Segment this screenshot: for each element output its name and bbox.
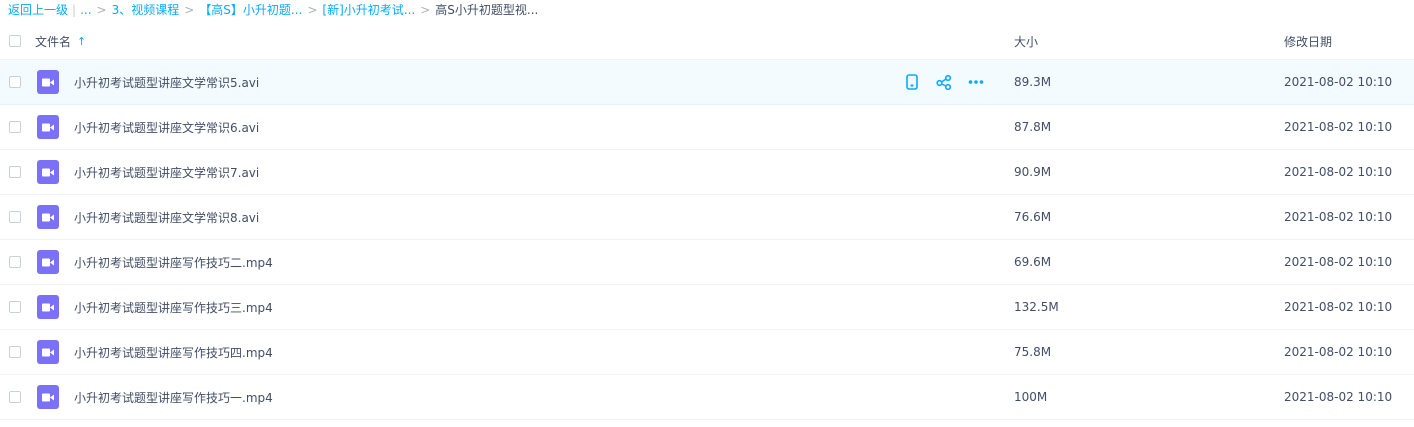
row-checkbox[interactable] [9, 121, 21, 133]
row-checkbox[interactable] [9, 256, 21, 268]
phone-icon[interactable] [904, 74, 920, 90]
select-all-cell [9, 22, 21, 60]
row-checkbox[interactable] [9, 166, 21, 178]
row-actions [904, 60, 984, 104]
breadcrumb-separator: > [420, 3, 431, 17]
file-date: 2021-08-02 10:10 [1284, 75, 1393, 89]
breadcrumb-separator: > [184, 3, 195, 17]
row-checkbox[interactable] [9, 211, 21, 223]
video-file-icon [37, 160, 59, 184]
row-checkbox[interactable] [9, 346, 21, 358]
column-header-name[interactable]: 文件名 ↑ [35, 22, 86, 60]
file-row[interactable]: 小升初考试题型讲座文学常识5.avi 89.3M 2021-08-02 10:1… [0, 60, 1414, 105]
file-size: 132.5M [1014, 300, 1059, 314]
file-date: 2021-08-02 10:10 [1284, 165, 1393, 179]
video-file-icon [37, 385, 59, 409]
breadcrumb-current: 高S小升初题型视... [435, 3, 539, 17]
file-name[interactable]: 小升初考试题型讲座文学常识5.avi [74, 60, 259, 104]
file-list: 小升初考试题型讲座文学常识5.avi 89.3M 2021-08-02 10:1… [0, 60, 1414, 420]
video-file-icon [37, 250, 59, 274]
file-size: 76.6M [1014, 210, 1052, 224]
video-file-icon [37, 70, 59, 94]
file-name[interactable]: 小升初考试题型讲座文学常识8.avi [74, 195, 259, 239]
file-row[interactable]: 小升初考试题型讲座写作技巧一.mp4 100M 2021-08-02 10:10 [0, 375, 1414, 420]
breadcrumb-separator: > [307, 3, 318, 17]
file-date: 2021-08-02 10:10 [1284, 345, 1393, 359]
file-size: 100M [1014, 390, 1048, 404]
file-name[interactable]: 小升初考试题型讲座写作技巧四.mp4 [74, 330, 273, 374]
file-size: 90.9M [1014, 165, 1052, 179]
video-file-icon [37, 205, 59, 229]
file-name[interactable]: 小升初考试题型讲座文学常识7.avi [74, 150, 259, 194]
file-row[interactable]: 小升初考试题型讲座写作技巧二.mp4 69.6M 2021-08-02 10:1… [0, 240, 1414, 285]
file-size: 89.3M [1014, 75, 1052, 89]
file-row[interactable]: 小升初考试题型讲座文学常识6.avi 87.8M 2021-08-02 10:1… [0, 105, 1414, 150]
breadcrumb-item-video-course[interactable]: 3、视频课程 [112, 0, 180, 20]
file-date: 2021-08-02 10:10 [1284, 390, 1393, 404]
file-row[interactable]: 小升初考试题型讲座文学常识7.avi 90.9M 2021-08-02 10:1… [0, 150, 1414, 195]
file-row[interactable]: 小升初考试题型讲座文学常识8.avi 76.6M 2021-08-02 10:1… [0, 195, 1414, 240]
file-row[interactable]: 小升初考试题型讲座写作技巧三.mp4 132.5M 2021-08-02 10:… [0, 285, 1414, 330]
file-size: 69.6M [1014, 255, 1052, 269]
file-name[interactable]: 小升初考试题型讲座文学常识6.avi [74, 105, 259, 149]
file-size: 87.8M [1014, 120, 1052, 134]
row-checkbox[interactable] [9, 391, 21, 403]
share-icon[interactable] [936, 74, 952, 90]
column-header-name-label: 文件名 [35, 34, 72, 49]
column-header-date-label: 修改日期 [1284, 34, 1333, 49]
video-file-icon [37, 340, 59, 364]
column-header-size-label: 大小 [1014, 34, 1039, 49]
breadcrumb-divider: | [72, 3, 77, 17]
sort-ascending-icon[interactable]: ↑ [77, 35, 86, 48]
file-size: 75.8M [1014, 345, 1052, 359]
file-name[interactable]: 小升初考试题型讲座写作技巧一.mp4 [74, 375, 273, 419]
file-row[interactable]: 小升初考试题型讲座写作技巧四.mp4 75.8M 2021-08-02 10:1… [0, 330, 1414, 375]
table-header: 文件名 ↑ 大小 修改日期 [0, 22, 1414, 60]
breadcrumb-item-gaos[interactable]: 【高S】小升初题... [199, 0, 302, 20]
file-date: 2021-08-02 10:10 [1284, 120, 1393, 134]
breadcrumb: 返回上一级 | ... > 3、视频课程 > 【高S】小升初题... > [新]… [8, 0, 538, 20]
row-checkbox[interactable] [9, 301, 21, 313]
column-header-size[interactable]: 大小 [1014, 22, 1038, 60]
file-name[interactable]: 小升初考试题型讲座写作技巧二.mp4 [74, 240, 273, 284]
file-browser: 返回上一级 | ... > 3、视频课程 > 【高S】小升初题... > [新]… [0, 0, 1414, 427]
file-date: 2021-08-02 10:10 [1284, 210, 1393, 224]
file-name[interactable]: 小升初考试题型讲座写作技巧三.mp4 [74, 285, 273, 329]
video-file-icon [37, 115, 59, 139]
file-date: 2021-08-02 10:10 [1284, 255, 1393, 269]
file-date: 2021-08-02 10:10 [1284, 300, 1393, 314]
breadcrumb-separator: > [96, 3, 107, 17]
select-all-checkbox[interactable] [9, 35, 21, 47]
back-link[interactable]: 返回上一级 [8, 0, 68, 20]
column-header-date[interactable]: 修改日期 [1284, 22, 1332, 60]
more-icon[interactable] [968, 74, 984, 90]
row-checkbox[interactable] [9, 76, 21, 88]
breadcrumb-item-new-exam[interactable]: [新]小升初考试... [322, 0, 415, 20]
video-file-icon [37, 295, 59, 319]
breadcrumb-ellipsis[interactable]: ... [80, 0, 91, 20]
